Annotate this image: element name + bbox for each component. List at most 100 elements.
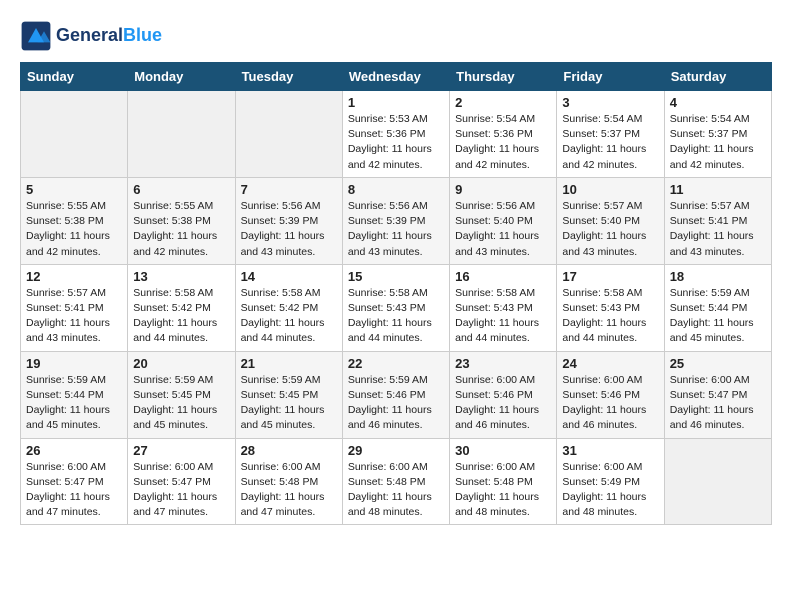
day-cell: 29 Sunrise: 6:00 AM Sunset: 5:48 PM Dayli… — [342, 438, 449, 525]
day-content: Sunrise: 5:59 AM Sunset: 5:44 PM Dayligh… — [670, 286, 766, 347]
day-number: 8 — [348, 182, 444, 197]
col-header-friday: Friday — [557, 63, 664, 91]
day-number: 21 — [241, 356, 337, 371]
day-number: 14 — [241, 269, 337, 284]
day-cell: 25 Sunrise: 6:00 AM Sunset: 5:47 PM Dayli… — [664, 351, 771, 438]
day-number: 25 — [670, 356, 766, 371]
day-cell: 11 Sunrise: 5:57 AM Sunset: 5:41 PM Dayli… — [664, 177, 771, 264]
day-number: 16 — [455, 269, 551, 284]
col-header-sunday: Sunday — [21, 63, 128, 91]
day-content: Sunrise: 6:00 AM Sunset: 5:48 PM Dayligh… — [455, 460, 551, 521]
day-number: 1 — [348, 95, 444, 110]
day-content: Sunrise: 5:59 AM Sunset: 5:45 PM Dayligh… — [241, 373, 337, 434]
day-cell: 22 Sunrise: 5:59 AM Sunset: 5:46 PM Dayli… — [342, 351, 449, 438]
day-content: Sunrise: 5:58 AM Sunset: 5:43 PM Dayligh… — [348, 286, 444, 347]
day-content: Sunrise: 6:00 AM Sunset: 5:47 PM Dayligh… — [670, 373, 766, 434]
day-cell: 5 Sunrise: 5:55 AM Sunset: 5:38 PM Daylig… — [21, 177, 128, 264]
day-content: Sunrise: 5:58 AM Sunset: 5:42 PM Dayligh… — [133, 286, 229, 347]
day-cell — [128, 91, 235, 178]
day-number: 6 — [133, 182, 229, 197]
day-number: 20 — [133, 356, 229, 371]
col-header-monday: Monday — [128, 63, 235, 91]
col-header-saturday: Saturday — [664, 63, 771, 91]
day-number: 19 — [26, 356, 122, 371]
day-cell: 31Sunrise: 6:00 AM Sunset: 5:49 PM Dayli… — [557, 438, 664, 525]
day-content: Sunrise: 5:57 AM Sunset: 5:41 PM Dayligh… — [670, 199, 766, 260]
day-cell: 24Sunrise: 6:00 AM Sunset: 5:46 PM Dayli… — [557, 351, 664, 438]
day-content: Sunrise: 5:54 AM Sunset: 5:36 PM Dayligh… — [455, 112, 551, 173]
day-content: Sunrise: 6:00 AM Sunset: 5:48 PM Dayligh… — [348, 460, 444, 521]
col-header-tuesday: Tuesday — [235, 63, 342, 91]
day-content: Sunrise: 5:58 AM Sunset: 5:43 PM Dayligh… — [562, 286, 658, 347]
day-cell: 16 Sunrise: 5:58 AM Sunset: 5:43 PM Dayli… — [450, 264, 557, 351]
day-number: 22 — [348, 356, 444, 371]
day-cell: 28 Sunrise: 6:00 AM Sunset: 5:48 PM Dayli… — [235, 438, 342, 525]
week-row-5: 26 Sunrise: 6:00 AM Sunset: 5:47 PM Dayli… — [21, 438, 772, 525]
day-content: Sunrise: 6:00 AM Sunset: 5:47 PM Dayligh… — [133, 460, 229, 521]
day-number: 5 — [26, 182, 122, 197]
day-number: 15 — [348, 269, 444, 284]
day-cell: 6 Sunrise: 5:55 AM Sunset: 5:38 PM Daylig… — [128, 177, 235, 264]
day-cell: 8 Sunrise: 5:56 AM Sunset: 5:39 PM Daylig… — [342, 177, 449, 264]
col-header-wednesday: Wednesday — [342, 63, 449, 91]
day-cell: 26 Sunrise: 6:00 AM Sunset: 5:47 PM Dayli… — [21, 438, 128, 525]
day-cell: 21 Sunrise: 5:59 AM Sunset: 5:45 PM Dayli… — [235, 351, 342, 438]
day-content: Sunrise: 6:00 AM Sunset: 5:48 PM Dayligh… — [241, 460, 337, 521]
logo-icon — [20, 20, 52, 52]
day-content: Sunrise: 5:55 AM Sunset: 5:38 PM Dayligh… — [26, 199, 122, 260]
page-header: GeneralBlue — [20, 20, 772, 52]
day-content: Sunrise: 5:54 AM Sunset: 5:37 PM Dayligh… — [670, 112, 766, 173]
day-cell: 10 Sunrise: 5:57 AM Sunset: 5:40 PM Dayli… — [557, 177, 664, 264]
day-cell: 1 Sunrise: 5:53 AM Sunset: 5:36 PM Daylig… — [342, 91, 449, 178]
day-number: 26 — [26, 443, 122, 458]
day-content: Sunrise: 6:00 AM Sunset: 5:46 PM Dayligh… — [455, 373, 551, 434]
day-cell: 2Sunrise: 5:54 AM Sunset: 5:36 PM Daylig… — [450, 91, 557, 178]
calendar-table: SundayMondayTuesdayWednesdayThursdayFrid… — [20, 62, 772, 525]
logo: GeneralBlue — [20, 20, 162, 52]
day-cell: 27 Sunrise: 6:00 AM Sunset: 5:47 PM Dayli… — [128, 438, 235, 525]
week-row-4: 19 Sunrise: 5:59 AM Sunset: 5:44 PM Dayli… — [21, 351, 772, 438]
day-content: Sunrise: 5:59 AM Sunset: 5:44 PM Dayligh… — [26, 373, 122, 434]
day-content: Sunrise: 5:59 AM Sunset: 5:46 PM Dayligh… — [348, 373, 444, 434]
day-cell: 17 Sunrise: 5:58 AM Sunset: 5:43 PM Dayli… — [557, 264, 664, 351]
week-row-2: 5 Sunrise: 5:55 AM Sunset: 5:38 PM Daylig… — [21, 177, 772, 264]
day-number: 23 — [455, 356, 551, 371]
day-cell: 30 Sunrise: 6:00 AM Sunset: 5:48 PM Dayli… — [450, 438, 557, 525]
week-row-3: 12 Sunrise: 5:57 AM Sunset: 5:41 PM Dayli… — [21, 264, 772, 351]
day-cell: 7Sunrise: 5:56 AM Sunset: 5:39 PM Daylig… — [235, 177, 342, 264]
day-number: 9 — [455, 182, 551, 197]
day-content: Sunrise: 5:57 AM Sunset: 5:40 PM Dayligh… — [562, 199, 658, 260]
day-number: 28 — [241, 443, 337, 458]
day-cell: 3Sunrise: 5:54 AM Sunset: 5:37 PM Daylig… — [557, 91, 664, 178]
day-cell: 13 Sunrise: 5:58 AM Sunset: 5:42 PM Dayli… — [128, 264, 235, 351]
day-cell — [235, 91, 342, 178]
day-cell: 20Sunrise: 5:59 AM Sunset: 5:45 PM Dayli… — [128, 351, 235, 438]
day-content: Sunrise: 5:57 AM Sunset: 5:41 PM Dayligh… — [26, 286, 122, 347]
day-content: Sunrise: 6:00 AM Sunset: 5:46 PM Dayligh… — [562, 373, 658, 434]
day-cell: 14Sunrise: 5:58 AM Sunset: 5:42 PM Dayli… — [235, 264, 342, 351]
day-cell: 15 Sunrise: 5:58 AM Sunset: 5:43 PM Dayli… — [342, 264, 449, 351]
day-number: 3 — [562, 95, 658, 110]
day-cell — [664, 438, 771, 525]
day-number: 13 — [133, 269, 229, 284]
day-content: Sunrise: 6:00 AM Sunset: 5:49 PM Dayligh… — [562, 460, 658, 521]
day-content: Sunrise: 5:56 AM Sunset: 5:39 PM Dayligh… — [348, 199, 444, 260]
day-cell: 4Sunrise: 5:54 AM Sunset: 5:37 PM Daylig… — [664, 91, 771, 178]
header-row: SundayMondayTuesdayWednesdayThursdayFrid… — [21, 63, 772, 91]
day-content: Sunrise: 5:53 AM Sunset: 5:36 PM Dayligh… — [348, 112, 444, 173]
day-content: Sunrise: 5:58 AM Sunset: 5:43 PM Dayligh… — [455, 286, 551, 347]
day-content: Sunrise: 5:56 AM Sunset: 5:40 PM Dayligh… — [455, 199, 551, 260]
day-content: Sunrise: 5:55 AM Sunset: 5:38 PM Dayligh… — [133, 199, 229, 260]
day-cell: 23 Sunrise: 6:00 AM Sunset: 5:46 PM Dayli… — [450, 351, 557, 438]
day-number: 11 — [670, 182, 766, 197]
day-number: 29 — [348, 443, 444, 458]
day-number: 17 — [562, 269, 658, 284]
week-row-1: 1 Sunrise: 5:53 AM Sunset: 5:36 PM Daylig… — [21, 91, 772, 178]
day-number: 27 — [133, 443, 229, 458]
day-number: 30 — [455, 443, 551, 458]
day-number: 12 — [26, 269, 122, 284]
day-cell: 19 Sunrise: 5:59 AM Sunset: 5:44 PM Dayli… — [21, 351, 128, 438]
day-content: Sunrise: 6:00 AM Sunset: 5:47 PM Dayligh… — [26, 460, 122, 521]
day-number: 10 — [562, 182, 658, 197]
day-content: Sunrise: 5:56 AM Sunset: 5:39 PM Dayligh… — [241, 199, 337, 260]
